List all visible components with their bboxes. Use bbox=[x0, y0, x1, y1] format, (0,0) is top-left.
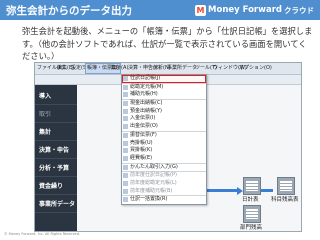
menu-item-icon bbox=[123, 140, 128, 146]
dropdown-item-label: 売掛帳(U) bbox=[130, 139, 153, 146]
menu-item-10[interactable]: オプション(O) bbox=[239, 64, 272, 73]
dropdown-item-label: 前年度総勘定元帳(L) bbox=[130, 179, 177, 186]
zandaka-label: 科目残高表 bbox=[271, 197, 299, 203]
zandaka-book-icon[interactable] bbox=[277, 177, 295, 195]
dropdown-item-label: 仕訳日記帳(J) bbox=[130, 75, 161, 81]
menu-item-icon bbox=[123, 197, 128, 203]
dropdown-item-9[interactable]: 買掛帳(K) bbox=[122, 147, 206, 155]
nav-item-2[interactable]: 集計 bbox=[35, 124, 77, 141]
books-dropdown-menu: 仕訳日記帳(J) 総勘定元帳(M) 補助元帳(H) 現金出納帳(C) 預金出納帳(Y) 入… bbox=[121, 74, 207, 205]
logo-cloud: クラウド bbox=[284, 5, 314, 15]
dropdown-item-14[interactable]: 前年度補助元帳(B) bbox=[122, 188, 206, 196]
nikkei-book-icon[interactable] bbox=[243, 177, 261, 195]
dropdown-item-label: 補助元帳(H) bbox=[130, 91, 158, 98]
dropdown-item-label: 入金伝票(I) bbox=[130, 115, 156, 122]
dropdown-item-label: 出金伝票(O) bbox=[130, 123, 158, 130]
dropdown-item-label: 預金出納帳(Y) bbox=[130, 107, 162, 114]
dropdown-item-3[interactable]: 現金出納帳(C) bbox=[122, 99, 206, 108]
bumon-book-icon[interactable] bbox=[243, 205, 261, 223]
menu-item-icon bbox=[123, 132, 128, 138]
dropdown-item-label: 現金出納帳(C) bbox=[130, 100, 163, 107]
title-bar: 弥生会計からのデータ出力 M Money Forward クラウド bbox=[0, 0, 320, 20]
dropdown-item-label: 振替伝票(F) bbox=[130, 131, 157, 138]
bumon-label: 部門残高 bbox=[240, 225, 263, 231]
dropdown-item-2[interactable]: 補助元帳(H) bbox=[122, 91, 206, 99]
logo-name: Money Forward bbox=[208, 5, 282, 15]
dropdown-item-label: 前年度補助元帳(B) bbox=[130, 187, 173, 194]
nav-item-6[interactable]: 事業所データ bbox=[35, 196, 77, 213]
nav-item-0[interactable]: 導入 bbox=[35, 88, 77, 105]
menu-item-icon bbox=[123, 155, 128, 161]
nav-item-5[interactable]: 資金繰り bbox=[35, 178, 77, 195]
menu-item-icon bbox=[123, 108, 128, 114]
nav-item-3[interactable]: 決算・申告 bbox=[35, 142, 77, 159]
menu-item-icon bbox=[123, 84, 128, 90]
menu-item-icon bbox=[123, 124, 128, 130]
dropdown-item-11[interactable]: かんたん取引入力(G) bbox=[122, 162, 206, 172]
menu-item-shiwake-nikkicho[interactable]: 仕訳日記帳(J) bbox=[122, 75, 206, 83]
nav-item-4[interactable]: 分析・予算 bbox=[35, 160, 77, 177]
dropdown-item-label: 買掛帳(K) bbox=[130, 147, 153, 154]
instruction-text: 弥生会計を起動後、メニューの「帳簿・伝票」から「仕訳日記帳」を選択します。（他の… bbox=[22, 26, 313, 61]
menu-item-icon bbox=[123, 116, 128, 122]
dropdown-item-7[interactable]: 振替伝票(F) bbox=[122, 130, 206, 140]
menu-item-icon bbox=[123, 92, 128, 98]
dropdown-item-6[interactable]: 出金伝票(O) bbox=[122, 123, 206, 131]
dropdown-item-label: かんたん取引入力(G) bbox=[130, 163, 178, 170]
dropdown-item-label: 経費帳(E) bbox=[130, 154, 153, 161]
menu-item-7[interactable]: 事業所データ bbox=[167, 64, 197, 73]
menu-item-icon bbox=[123, 148, 128, 154]
nav-item-1[interactable]: 取引 bbox=[35, 106, 77, 123]
logo-mark-icon: M bbox=[195, 4, 207, 16]
dropdown-item-5[interactable]: 入金伝票(I) bbox=[122, 115, 206, 123]
dropdown-item-label: 総勘定元帳(M) bbox=[130, 83, 164, 90]
menu-item-icon bbox=[123, 76, 128, 81]
dropdown-item-13[interactable]: 前年度総勘定元帳(L) bbox=[122, 180, 206, 188]
dropdown-item-label: 仕訳一括置換(R) bbox=[130, 196, 168, 203]
menu-item-icon bbox=[123, 180, 128, 186]
menu-item-icon bbox=[123, 188, 128, 194]
menu-item-icon bbox=[123, 173, 128, 179]
copyright: © Money Forward, Inc. All Rights Reserve… bbox=[4, 232, 81, 236]
menu-item-icon bbox=[123, 164, 128, 170]
navigation-panel: 導入 取引 集計 決算・申告 分析・予算 資金繰り 事業所データ bbox=[35, 85, 77, 231]
page-title: 弥生会計からのデータ出力 bbox=[6, 5, 132, 17]
nikkei-label: 日計表 bbox=[242, 197, 259, 203]
money-forward-logo: M Money Forward クラウド bbox=[195, 4, 314, 16]
app-screenshot: ファイル(F) 編集(E) 設定(S) 帳簿・伝票(B) 集計(A) 決算・申告(K) 分析… bbox=[34, 62, 302, 232]
menu-item-4[interactable]: 集計(A) bbox=[111, 64, 128, 73]
dropdown-item-10[interactable]: 経費帳(E) bbox=[122, 155, 206, 163]
dropdown-item-15[interactable]: 仕訳一括置換(R) bbox=[122, 195, 206, 204]
menu-item-icon bbox=[123, 101, 128, 107]
dropdown-item-label: 前年度仕訳日記帳(P) bbox=[130, 172, 177, 179]
dropdown-item-12[interactable]: 前年度仕訳日記帳(P) bbox=[122, 171, 206, 180]
